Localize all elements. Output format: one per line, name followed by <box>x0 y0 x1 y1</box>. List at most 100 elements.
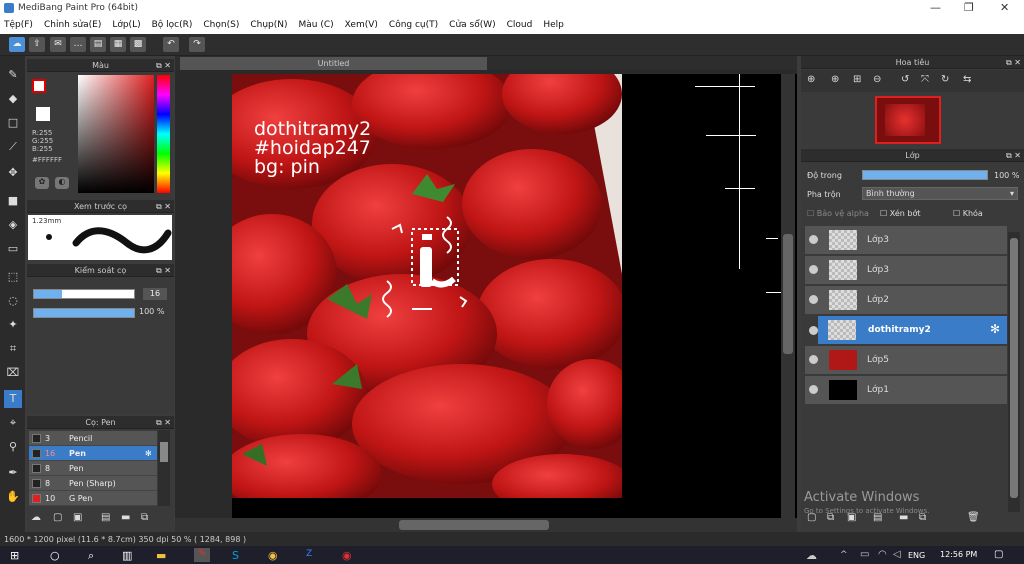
document-tab[interactable]: Untitled <box>180 57 487 70</box>
menu-tools[interactable]: Công cụ(T) <box>389 20 438 30</box>
volume-icon[interactable]: ◁ <box>893 549 901 560</box>
select-rect-tool-icon[interactable]: ⬚ <box>4 268 22 286</box>
panel-close-icon[interactable]: ⧉ ✕ <box>156 416 171 429</box>
protect-alpha-checkbox[interactable]: ☐ Bảo vệ alpha <box>807 209 869 218</box>
blend-mode-select[interactable]: Bình thường ▾ <box>862 187 1018 200</box>
menu-file[interactable]: Tệp(F) <box>4 20 33 30</box>
eraser-tool-icon[interactable]: ◆ <box>4 90 22 108</box>
menu-cloud[interactable]: Cloud <box>507 20 533 30</box>
navigator-thumbnail[interactable] <box>875 96 941 144</box>
redo-icon[interactable]: ↷ <box>189 37 205 52</box>
magic-wand-tool-icon[interactable]: ✦ <box>4 316 22 334</box>
hand-tool-icon[interactable]: ✋ <box>4 488 22 506</box>
chrome-icon[interactable]: ◉ <box>268 549 278 562</box>
skype-icon[interactable]: S <box>232 549 239 562</box>
close-button[interactable]: ✕ <box>1000 1 1009 14</box>
eye-icon[interactable] <box>809 385 818 394</box>
menu-layer[interactable]: Lớp(L) <box>112 20 140 30</box>
saturation-value-picker[interactable] <box>78 75 154 193</box>
layer-row[interactable]: Lớp3 <box>805 226 1007 255</box>
merge-layer-icon[interactable]: ▤ <box>873 512 882 523</box>
tiles-icon[interactable]: ▩ <box>130 37 146 52</box>
undo-icon[interactable]: ↶ <box>163 37 179 52</box>
actual-size-icon[interactable]: ⤧ <box>921 74 929 85</box>
new-layer-icon[interactable]: ▢ <box>807 512 816 523</box>
zalo-icon[interactable]: Z <box>306 549 312 559</box>
select-eraser-tool-icon[interactable]: ⌧ <box>4 364 22 382</box>
folder-icon[interactable]: ▬ <box>899 512 908 523</box>
comment-icon[interactable]: ✉ <box>50 37 66 52</box>
cloud-icon[interactable]: ☁ <box>9 37 25 52</box>
layer-row[interactable]: Lớp3 <box>805 256 1007 285</box>
task-view-icon[interactable]: ▥ <box>122 549 132 562</box>
clipping-checkbox[interactable]: ☐ Xén bớt <box>880 209 920 218</box>
panel-close-icon[interactable]: ⧉ ✕ <box>1006 56 1021 69</box>
minimize-button[interactable]: — <box>930 1 941 14</box>
windows-start-icon[interactable]: ⊞ <box>10 549 19 562</box>
eye-icon[interactable] <box>809 265 818 274</box>
new-brush-icon[interactable]: ▢ <box>53 512 62 523</box>
menu-help[interactable]: Help <box>543 20 564 30</box>
menu-view[interactable]: Xem(V) <box>345 20 378 30</box>
file-explorer-icon[interactable]: ▬ <box>156 549 166 562</box>
brush-list-scrollbar[interactable] <box>158 430 170 506</box>
lock-checkbox[interactable]: ☐ Khóa <box>953 209 983 218</box>
eye-icon[interactable] <box>809 235 818 244</box>
search-icon[interactable]: ⌕ <box>88 549 94 563</box>
line-tool-icon[interactable]: ⟋ <box>4 138 22 156</box>
duplicate-icon[interactable]: ⧉ <box>141 512 148 523</box>
brush-item[interactable]: 10 G Pen <box>29 491 157 506</box>
pen-tool-icon[interactable]: ✒ <box>4 464 22 482</box>
cloud-brush-icon[interactable]: ☁ <box>31 512 41 523</box>
browser-icon[interactable]: ◉ <box>342 549 352 562</box>
panel-close-icon[interactable]: ⧉ ✕ <box>156 264 171 277</box>
zoom-in-small-icon[interactable]: ⊕ <box>831 74 839 85</box>
vertical-scrollbar[interactable] <box>781 74 795 518</box>
chat-icon[interactable]: … <box>70 37 86 52</box>
text-tool-icon[interactable]: T <box>4 390 22 408</box>
trash-icon[interactable]: 🗑 <box>967 512 980 523</box>
grid-icon[interactable]: ▦ <box>110 37 126 52</box>
panel-close-icon[interactable]: ⧉ ✕ <box>156 59 171 72</box>
panel-close-icon[interactable]: ⧉ ✕ <box>1006 149 1021 162</box>
duplicate-icon[interactable]: ⧉ <box>919 512 926 523</box>
brush-item-selected[interactable]: 16 Pen ✻ <box>29 446 157 461</box>
gradient-tool-icon[interactable]: ▭ <box>4 240 22 258</box>
cloud-tray-icon[interactable]: ☁ <box>806 549 817 562</box>
cortana-icon[interactable]: ○ <box>50 549 60 562</box>
brush-item[interactable]: 3 Pencil <box>29 431 157 446</box>
layer-row[interactable]: Lớp1 <box>805 376 1007 405</box>
panel-close-icon[interactable]: ⧉ ✕ <box>156 200 171 213</box>
fit-icon[interactable]: ⊞ <box>853 74 861 85</box>
upload-icon[interactable]: ⇧ <box>29 37 45 52</box>
clock[interactable]: 12:56 PM <box>940 550 977 559</box>
fill-rect-tool-icon[interactable]: ■ <box>4 192 22 210</box>
dropper-tool-icon[interactable]: ⚲ <box>4 438 22 456</box>
brush-size-value[interactable]: 16 <box>143 288 167 300</box>
menu-filter[interactable]: Bộ lọc(R) <box>152 20 193 30</box>
page-icon[interactable]: ▤ <box>90 37 106 52</box>
horizontal-scrollbar[interactable] <box>175 518 797 532</box>
tray-arrow-icon[interactable]: ^ <box>840 550 848 560</box>
layer-row[interactable]: Lớp2 <box>805 286 1007 315</box>
bucket-tool-icon[interactable]: ◈ <box>4 216 22 234</box>
palette-icon[interactable]: ✿ <box>35 177 49 189</box>
layer-opacity-slider[interactable] <box>862 170 988 180</box>
brush-size-slider[interactable] <box>33 289 135 299</box>
notification-icon[interactable]: ▢ <box>994 549 1003 560</box>
zoom-out-icon[interactable]: ⊖ <box>873 74 881 85</box>
brush-item[interactable]: 8 Pen (Sharp) <box>29 476 157 491</box>
menu-select[interactable]: Chọn(S) <box>203 20 239 30</box>
eye-icon[interactable] <box>809 326 818 335</box>
operation-tool-icon[interactable]: ⌖ <box>4 414 22 432</box>
flip-icon[interactable]: ⇆ <box>963 74 971 85</box>
menu-snap[interactable]: Chụp(N) <box>250 20 287 30</box>
brush-item[interactable]: 8 Pen <box>29 461 157 476</box>
menu-window[interactable]: Cửa sổ(W) <box>449 20 495 30</box>
select-pen-tool-icon[interactable]: ⌗ <box>4 340 22 358</box>
brush-tool-icon[interactable]: ✎ <box>4 66 22 84</box>
battery-icon[interactable]: ▭ <box>860 549 869 560</box>
foreground-color-swatch[interactable] <box>32 79 46 93</box>
transparent-swatch[interactable] <box>36 107 50 121</box>
maximize-button[interactable]: ❐ <box>964 1 974 14</box>
